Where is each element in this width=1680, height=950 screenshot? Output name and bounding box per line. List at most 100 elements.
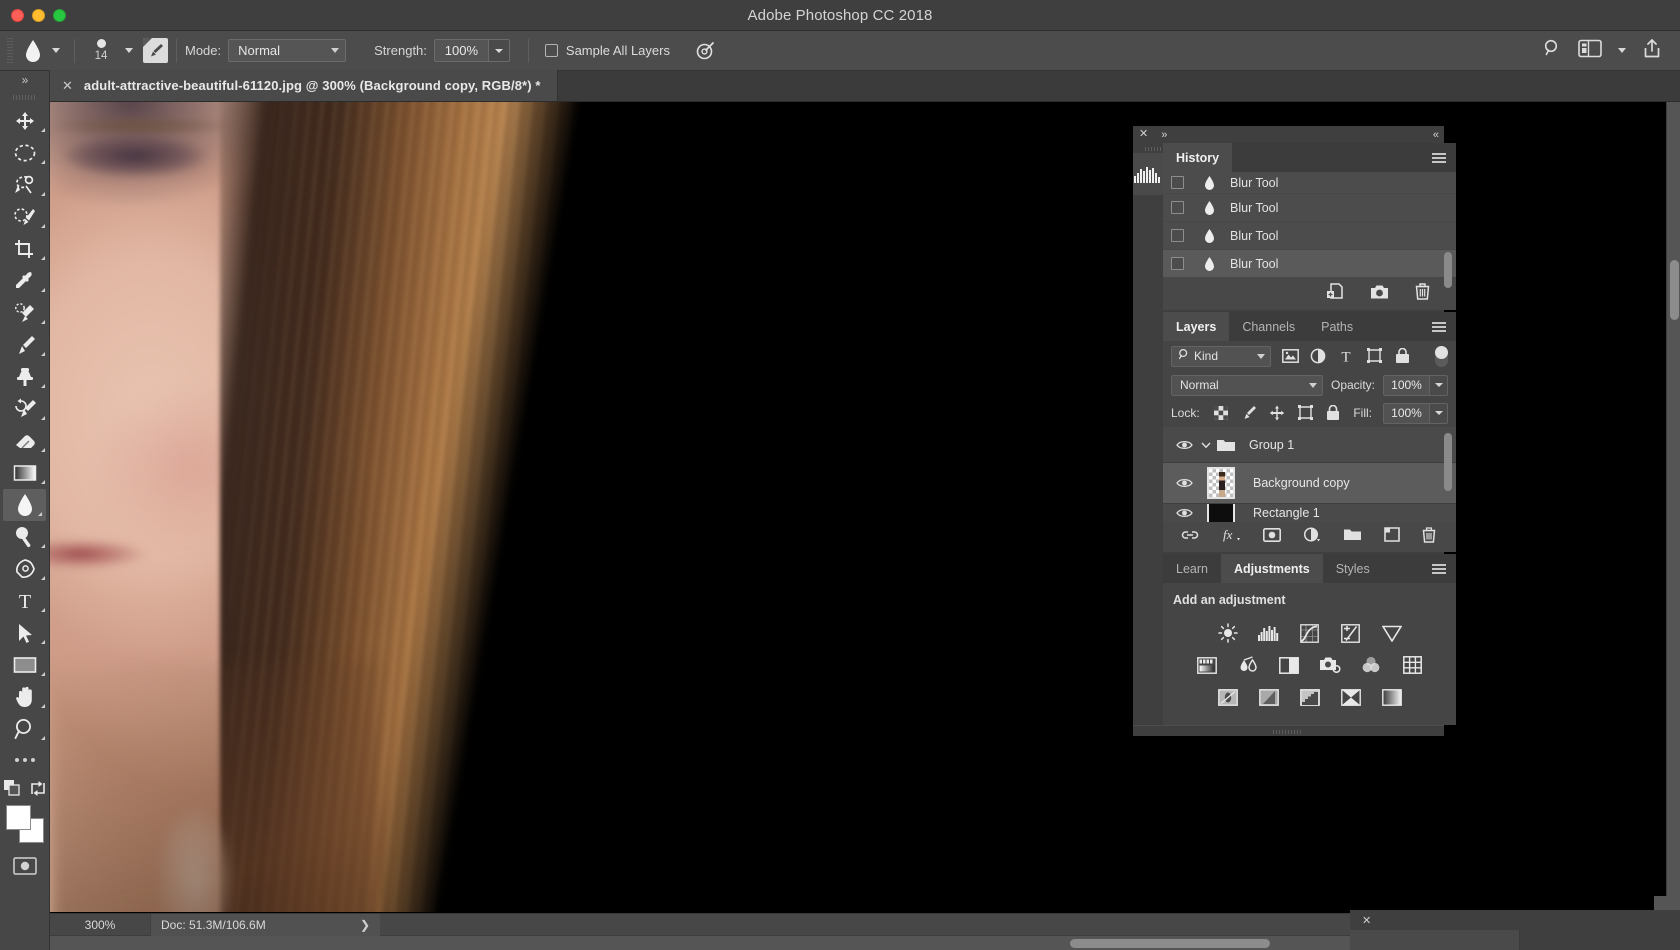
layer-name[interactable]: Group 1 xyxy=(1249,438,1294,452)
hand-tool[interactable] xyxy=(0,681,49,713)
scrollbar-thumb[interactable] xyxy=(1070,939,1270,948)
create-snapshot-icon[interactable] xyxy=(1370,284,1389,305)
dodge-tool[interactable] xyxy=(0,521,49,553)
opacity-dropdown-button[interactable] xyxy=(1429,374,1449,396)
zoom-level[interactable]: 300% xyxy=(50,918,150,932)
color-balance-icon[interactable] xyxy=(1236,654,1260,676)
posterize-icon[interactable] xyxy=(1257,686,1281,708)
smart-object-icon[interactable] xyxy=(1393,348,1411,364)
layer-row[interactable]: Rectangle 1 xyxy=(1163,504,1456,522)
shape-layer-icon[interactable] xyxy=(1365,348,1383,364)
lock-image-icon[interactable] xyxy=(1241,405,1258,421)
close-icon[interactable]: ✕ xyxy=(1139,129,1148,140)
brush-size-preview[interactable]: 14 xyxy=(83,39,119,62)
move-tool[interactable] xyxy=(0,105,49,137)
histogram-icon[interactable] xyxy=(1133,153,1163,195)
history-snapshot-checkbox[interactable] xyxy=(1171,229,1184,242)
path-selection-tool[interactable] xyxy=(0,617,49,649)
add-mask-icon[interactable] xyxy=(1263,527,1282,547)
channel-mixer-icon[interactable] xyxy=(1359,654,1383,676)
history-snapshot-checkbox[interactable] xyxy=(1171,257,1184,270)
color-lookup-icon[interactable] xyxy=(1400,654,1424,676)
layer-visibility-toggle[interactable] xyxy=(1169,477,1199,489)
scrollbar-thumb[interactable] xyxy=(1670,260,1679,320)
lasso-tool[interactable] xyxy=(0,169,49,201)
close-icon[interactable]: ✕ xyxy=(62,79,73,92)
layer-thumbnail[interactable] xyxy=(1199,504,1243,522)
mode-select[interactable]: Normal xyxy=(228,39,347,62)
workspace-icon[interactable] xyxy=(1578,39,1602,63)
double-chevron-left-icon[interactable]: « xyxy=(1433,129,1439,141)
elliptical-marquee-tool[interactable] xyxy=(0,137,49,169)
document-tab[interactable]: ✕ adult-attractive-beautiful-61120.jpg @… xyxy=(50,70,558,101)
threshold-icon[interactable] xyxy=(1298,686,1322,708)
delete-layer-icon[interactable] xyxy=(1422,526,1436,548)
pen-tool[interactable] xyxy=(0,553,49,585)
opacity-stepper[interactable]: 100% xyxy=(1383,374,1449,396)
new-group-icon[interactable] xyxy=(1343,527,1362,547)
tab-paths[interactable]: Paths xyxy=(1308,312,1367,341)
tab-learn[interactable]: Learn xyxy=(1163,554,1221,583)
layer-visibility-toggle[interactable] xyxy=(1169,507,1199,519)
history-list[interactable]: Blur Tool Blur Tool Blur Tool Blur Tool xyxy=(1163,172,1457,288)
strength-stepper[interactable]: 100% xyxy=(433,39,510,62)
type-tool[interactable]: T xyxy=(0,585,49,617)
tab-layers[interactable]: Layers xyxy=(1163,312,1230,341)
brush-settings-icon[interactable] xyxy=(143,38,168,63)
gradient-tool[interactable] xyxy=(0,457,49,489)
filter-kind-select[interactable]: Kind xyxy=(1171,345,1271,367)
hue-saturation-icon[interactable] xyxy=(1195,654,1219,676)
history-item[interactable]: Blur Tool xyxy=(1163,222,1457,250)
swap-colors-icon[interactable] xyxy=(30,780,46,796)
filter-enable-toggle[interactable] xyxy=(1435,345,1449,367)
history-item[interactable]: Blur Tool xyxy=(1163,172,1457,194)
invert-icon[interactable] xyxy=(1216,686,1240,708)
quick-selection-tool[interactable] xyxy=(0,201,49,233)
layer-thumbnail[interactable] xyxy=(1199,467,1243,499)
black-white-icon[interactable] xyxy=(1277,654,1301,676)
blur-drop-icon[interactable] xyxy=(20,38,46,64)
dock-resize-grip[interactable] xyxy=(1133,725,1444,736)
clone-stamp-tool[interactable] xyxy=(0,361,49,393)
curves-icon[interactable] xyxy=(1298,622,1322,644)
levels-icon[interactable] xyxy=(1257,622,1281,644)
vibrance-icon[interactable] xyxy=(1380,622,1404,644)
gradient-map-icon[interactable] xyxy=(1339,686,1363,708)
strength-input[interactable]: 100% xyxy=(433,39,488,62)
layer-style-fx-icon[interactable]: fx xyxy=(1221,527,1241,547)
rectangle-tool[interactable] xyxy=(0,649,49,681)
tool-preset-chevron-down-icon[interactable] xyxy=(52,48,60,53)
foreground-background-colors[interactable] xyxy=(5,805,44,843)
lock-position-icon[interactable] xyxy=(1269,405,1286,421)
layer-row[interactable]: Background copy xyxy=(1163,463,1457,504)
new-adjustment-layer-icon[interactable] xyxy=(1303,526,1321,548)
tab-history[interactable]: History xyxy=(1163,143,1233,172)
type-layer-icon[interactable]: T xyxy=(1337,348,1355,365)
crop-tool[interactable] xyxy=(0,233,49,265)
new-layer-icon[interactable] xyxy=(1384,527,1400,547)
toolbar-collapse-button[interactable]: » xyxy=(0,71,49,89)
pressure-tablet-icon[interactable] xyxy=(692,38,718,64)
dock-header[interactable]: ✕ » « xyxy=(1133,126,1444,143)
history-item[interactable]: Blur Tool xyxy=(1163,250,1457,278)
delete-icon[interactable] xyxy=(1415,283,1430,305)
panel-menu-icon[interactable] xyxy=(1432,320,1447,334)
fill-stepper[interactable]: 100% xyxy=(1383,402,1449,424)
default-colors-icon[interactable] xyxy=(3,780,20,796)
layer-list[interactable]: Group 1 Background copy Rectangle 1 xyxy=(1163,427,1457,522)
double-chevron-right-icon[interactable]: » xyxy=(1161,129,1167,141)
blur-tool[interactable] xyxy=(3,489,46,521)
exposure-icon[interactable] xyxy=(1339,622,1363,644)
share-icon[interactable] xyxy=(1642,38,1662,64)
search-icon[interactable] xyxy=(1542,38,1562,63)
sample-all-layers-checkbox[interactable] xyxy=(544,44,558,57)
history-item[interactable]: Blur Tool xyxy=(1163,194,1457,222)
opacity-input[interactable]: 100% xyxy=(1383,374,1430,396)
tab-channels[interactable]: Channels xyxy=(1229,312,1309,341)
mini-panel-corner-tab[interactable] xyxy=(1654,896,1680,910)
blend-mode-select[interactable]: Normal xyxy=(1171,374,1323,396)
eyedropper-tool[interactable] xyxy=(0,265,49,297)
maximize-window-button[interactable] xyxy=(53,8,66,22)
tab-adjustments[interactable]: Adjustments xyxy=(1220,554,1323,583)
zoom-tool[interactable] xyxy=(0,713,49,745)
